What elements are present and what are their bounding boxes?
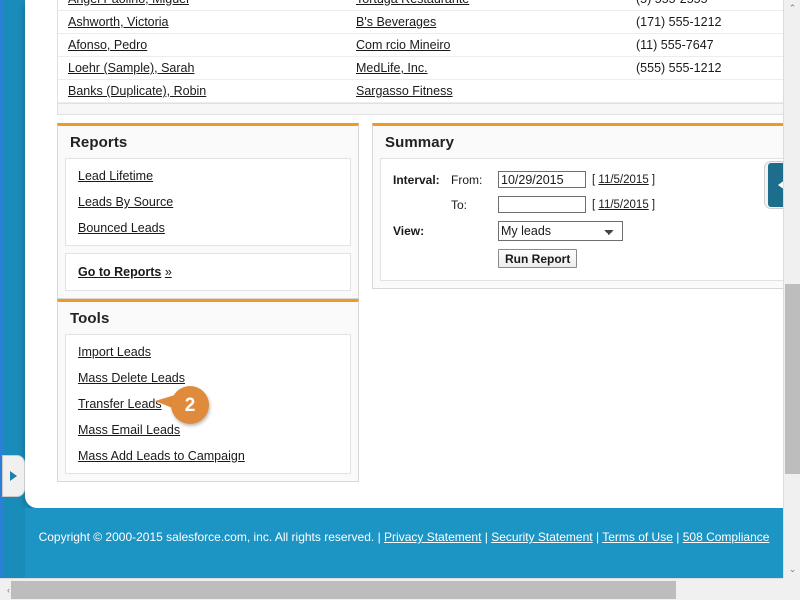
to-date-input[interactable]: [498, 196, 586, 213]
view-label: View:: [393, 224, 425, 238]
goto-reports-label: Go to Reports: [78, 265, 162, 279]
goto-reports-chevron-icon: »: [164, 265, 172, 279]
from-today-link[interactable]: 11/5/2015: [598, 174, 648, 186]
lead-phone-text: (5) 555-2555: [636, 0, 708, 6]
footer-sep-4: |: [676, 530, 680, 544]
callout-badge-2: 2: [155, 386, 209, 424]
from-hint-open-bracket: [: [592, 173, 596, 186]
report-link-bounced-leads[interactable]: Bounced Leads: [66, 221, 350, 235]
lead-company-link[interactable]: Com rcio Mineiro: [356, 38, 450, 52]
to-hint-open-bracket: [: [592, 198, 596, 211]
footer-link-508-compliance[interactable]: 508 Compliance: [683, 530, 770, 544]
footer-sep-1: |: [377, 530, 381, 544]
vertical-scrollbar-thumb[interactable]: [785, 284, 800, 474]
from-label: From:: [451, 172, 483, 187]
cell-name: Afonso, Pedro: [68, 36, 356, 54]
lead-phone-text: (555) 555-1212: [636, 61, 722, 75]
browser-viewport: Angel Paolino, Miguel Tortuga Restaurant…: [0, 0, 800, 600]
cell-name: Banks (Duplicate), Robin: [68, 82, 356, 100]
summary-row-to: To: [ 11/5/2015 ]: [393, 196, 800, 213]
table-row[interactable]: Loehr (Sample), Sarah MedLife, Inc. (555…: [58, 57, 800, 80]
callout-bubble: 2: [171, 386, 209, 424]
summary-row-view: View: My leads: [393, 221, 800, 241]
lead-name-link[interactable]: Afonso, Pedro: [68, 38, 147, 52]
lead-phone-text: (11) 555-7647: [636, 38, 714, 52]
lead-name-link[interactable]: Ashworth, Victoria: [68, 15, 169, 29]
footer-sep-3: |: [595, 530, 600, 544]
cell-phone: (555) 555-1212: [636, 59, 800, 77]
cell-company: Sargasso Fitness: [356, 82, 636, 100]
cell-phone: (11) 555-7647: [636, 36, 800, 54]
tool-link-mass-delete-leads[interactable]: Mass Delete Leads: [66, 371, 350, 385]
table-row[interactable]: Angel Paolino, Miguel Tortuga Restaurant…: [58, 0, 800, 11]
from-date-hint: [ 11/5/2015 ]: [592, 174, 655, 186]
main-content-card: Angel Paolino, Miguel Tortuga Restaurant…: [25, 0, 800, 508]
interval-label: Interval:: [393, 172, 440, 187]
scroll-up-arrow-icon[interactable]: ⌃: [784, 0, 800, 17]
footer-link-security-statement[interactable]: Security Statement: [491, 530, 592, 544]
lead-company-link[interactable]: Tortuga Restaurante: [356, 0, 469, 6]
vertical-scrollbar[interactable]: ⌃ ⌄: [783, 0, 800, 578]
reports-panel: Reports Lead Lifetime Leads By Source Bo…: [57, 123, 359, 299]
tool-link-import-leads[interactable]: Import Leads: [66, 345, 350, 359]
reports-links-box: Lead Lifetime Leads By Source Bounced Le…: [65, 158, 351, 246]
cell-company: Tortuga Restaurante: [356, 0, 636, 8]
view-select[interactable]: My leads: [498, 221, 623, 241]
cell-name: Angel Paolino, Miguel: [68, 0, 356, 8]
cell-phone: (5) 555-2555: [636, 0, 800, 8]
from-date-input[interactable]: [498, 171, 586, 188]
cell-phone: (171) 555-1212: [636, 13, 800, 31]
cell-company: MedLife, Inc.: [356, 59, 636, 77]
recent-leads-table: Angel Paolino, Miguel Tortuga Restaurant…: [57, 0, 800, 115]
lead-company-link[interactable]: B's Beverages: [356, 15, 436, 29]
tool-link-mass-email-leads[interactable]: Mass Email Leads: [66, 423, 350, 437]
to-today-link[interactable]: 11/5/2015: [598, 199, 648, 211]
report-link-lead-lifetime[interactable]: Lead Lifetime: [66, 169, 350, 183]
table-footer-strip: [58, 103, 800, 114]
cell-name: Ashworth, Victoria: [68, 13, 356, 31]
from-hint-close-bracket: ]: [651, 173, 656, 186]
table-row[interactable]: Ashworth, Victoria B's Beverages (171) 5…: [58, 11, 800, 34]
to-date-hint: [ 11/5/2015 ]: [592, 199, 655, 211]
horizontal-scrollbar[interactable]: ‹ ›: [0, 578, 800, 600]
scrollbar-corner: [783, 578, 800, 600]
scroll-down-arrow-icon[interactable]: ⌄: [784, 561, 800, 578]
footer-link-terms-of-use[interactable]: Terms of Use: [602, 530, 673, 544]
lead-company-link[interactable]: Sargasso Fitness: [356, 84, 453, 98]
page-footer: Copyright © 2000-2015 salesforce.com, in…: [25, 508, 783, 578]
lead-name-link[interactable]: Banks (Duplicate), Robin: [68, 84, 206, 98]
horizontal-scrollbar-thumb[interactable]: [11, 581, 676, 599]
footer-copyright: Copyright © 2000-2015 salesforce.com, in…: [38, 530, 375, 544]
goto-reports-link[interactable]: Go to Reports »: [66, 265, 172, 279]
callout-number: 2: [184, 394, 196, 416]
tool-link-mass-add-leads-to-campaign[interactable]: Mass Add Leads to Campaign: [66, 449, 350, 463]
cell-company: B's Beverages: [356, 13, 636, 31]
chevron-right-icon: [10, 471, 17, 481]
footer-sep-2: |: [484, 530, 488, 544]
summary-row-run: Run Report: [393, 249, 800, 268]
reports-panel-title: Reports: [70, 134, 128, 151]
run-report-button[interactable]: Run Report: [498, 249, 578, 268]
tools-panel-title: Tools: [70, 310, 110, 327]
lead-company-link[interactable]: MedLife, Inc.: [356, 61, 428, 75]
cell-company: Com rcio Mineiro: [356, 36, 636, 54]
lead-name-link[interactable]: Loehr (Sample), Sarah: [68, 61, 194, 75]
lead-name-link[interactable]: Angel Paolino, Miguel: [68, 0, 189, 6]
table-row[interactable]: Banks (Duplicate), Robin Sargasso Fitnes…: [58, 80, 800, 103]
report-link-leads-by-source[interactable]: Leads By Source: [66, 195, 350, 209]
footer-link-privacy-statement[interactable]: Privacy Statement: [384, 530, 481, 544]
summary-form: Interval: From: [ 11/5/2015 ] To: [ 11/5…: [380, 158, 800, 281]
to-label: To:: [451, 197, 468, 212]
to-hint-close-bracket: ]: [651, 198, 656, 211]
goto-reports-box: Go to Reports »: [65, 253, 351, 291]
expand-left-sidebar-button[interactable]: [2, 455, 25, 497]
lead-phone-text: (171) 555-1212: [636, 15, 722, 29]
summary-row-from: Interval: From: [ 11/5/2015 ]: [393, 171, 800, 188]
summary-panel: Summary Interval: From: [ 11/5/2015 ] To…: [372, 123, 800, 289]
cell-name: Loehr (Sample), Sarah: [68, 59, 356, 77]
summary-panel-title: Summary: [385, 134, 455, 151]
table-row[interactable]: Afonso, Pedro Com rcio Mineiro (11) 555-…: [58, 34, 800, 57]
